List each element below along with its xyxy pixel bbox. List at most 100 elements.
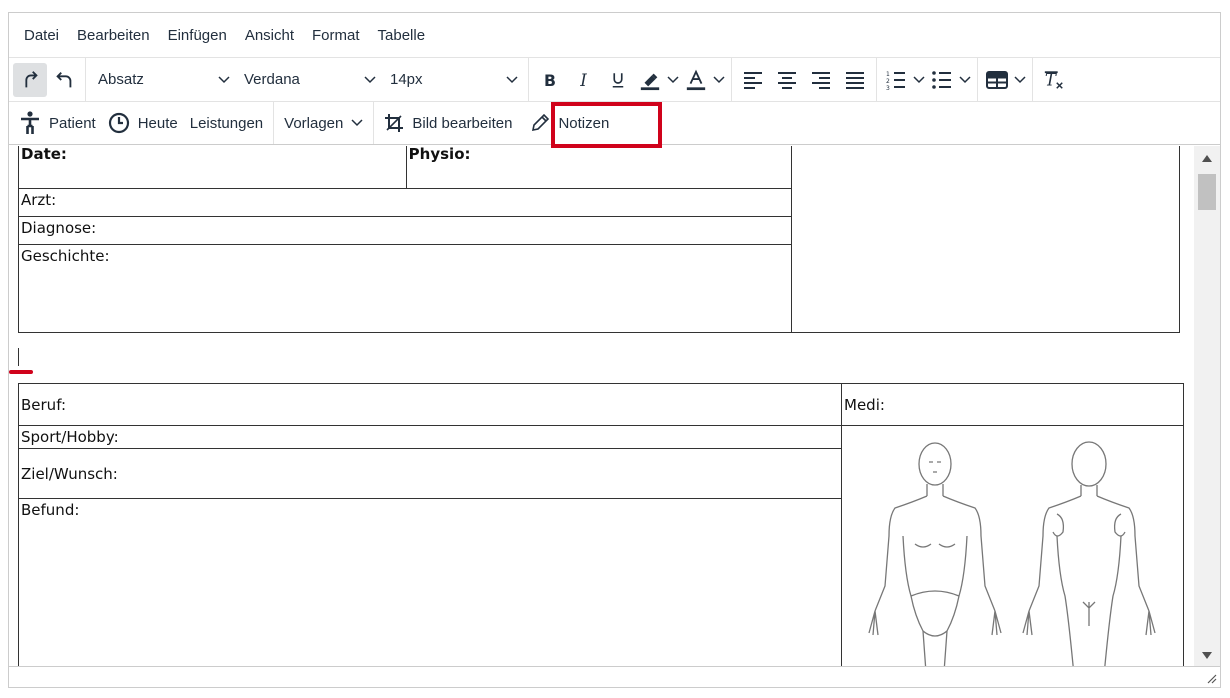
bullet-list-split[interactable] [927,63,973,97]
menu-ansicht[interactable]: Ansicht [236,23,303,48]
arzt-cell[interactable]: Arzt: [17,188,793,217]
befund-cell[interactable]: Befund: [17,498,843,667]
menu-tabelle[interactable]: Tabelle [369,23,435,48]
svg-text:1: 1 [886,71,890,78]
italic-button[interactable]: I [567,63,601,97]
document-area[interactable]: Date: Physio: Arzt: Diagnose: Geschichte… [9,146,1195,667]
bild-bearbeiten-button[interactable]: Bild bearbeiten [378,106,518,140]
align-center-button[interactable] [770,63,804,97]
clock-icon [108,112,129,134]
underline-button[interactable] [601,63,635,97]
undo-button[interactable] [47,63,81,97]
crop-icon [385,114,404,132]
text-color-icon [686,69,706,90]
vorlagen-dropdown[interactable]: Vorlagen [278,106,369,140]
scroll-up-arrow[interactable] [1194,148,1220,168]
triangle-up-icon [1202,154,1212,162]
history-group [9,58,86,101]
annotation-mark [9,370,33,374]
vorlagen-group: Vorlagen [274,102,375,144]
table-group [978,58,1033,101]
table-button[interactable] [982,63,1012,97]
chevron-down-icon[interactable] [913,75,925,84]
notizen-button[interactable]: Notizen [524,106,615,140]
clear-format-icon: T [1044,70,1063,89]
chevron-down-icon[interactable] [959,75,971,84]
text-color-split[interactable] [681,63,727,97]
text-color-button[interactable] [681,63,711,97]
patient-button[interactable]: Patient [13,106,102,140]
chevron-down-icon [218,75,230,83]
empty-side-cell[interactable] [791,146,1180,333]
align-right-button[interactable] [804,63,838,97]
scroll-down-arrow[interactable] [1194,645,1220,665]
patient-group: Patient Heute Leistungen [9,102,275,144]
vorlagen-label: Vorlagen [284,114,344,132]
svg-text:I: I [579,71,587,89]
bild-bearbeiten-label: Bild bearbeiten [412,114,513,132]
patient-info-table: Date: Physio: Arzt: Diagnose: Geschichte… [17,146,1180,333]
diagnose-cell[interactable]: Diagnose: [17,216,793,245]
bold-icon: B [544,71,556,89]
menu-bearbeiten[interactable]: Bearbeiten [68,23,159,48]
heute-label: Heute [137,114,178,132]
date-cell[interactable]: Date: [18,146,407,189]
align-left-button[interactable] [736,63,770,97]
block-format-value: Absatz [98,71,144,88]
physio-cell[interactable]: Physio: [405,146,793,189]
custom-toolbar: Patient Heute Leistungen Vorlagen Bild b… [9,101,1220,145]
table-split[interactable] [982,63,1028,97]
menu-format[interactable]: Format [303,23,369,48]
redo-button[interactable] [13,62,47,97]
italic-icon: I [579,71,587,89]
vertical-scrollbar[interactable] [1194,146,1220,667]
underline-icon [612,72,624,87]
justify-icon [846,71,864,89]
text-cursor [18,348,19,366]
font-size-select[interactable]: 14px [382,63,524,97]
redo-icon [25,70,38,87]
font-family-select[interactable]: Verdana [236,63,382,97]
font-family-value: Verdana [244,71,300,88]
patient-label: Patient [49,114,96,132]
menu-einfuegen[interactable]: Einfügen [159,23,236,48]
leistungen-label: Leistungen [189,114,264,132]
anamnesis-table: Beruf: Medi: Sport/Hobby: Ziel/Wunsch: B… [17,383,1184,667]
undo-icon [56,71,72,87]
leistungen-button[interactable]: Leistungen [184,106,269,140]
svg-text:B: B [544,71,556,89]
numbered-list-button[interactable]: 123 [881,63,911,97]
formatting-toolbar: Absatz Verdana 14px B I 1 2 3 T [9,57,1220,101]
image-notes-group: Bild bearbeiten Notizen [374,102,619,144]
align-left-icon [744,71,762,89]
font-size-value: 14px [390,71,423,88]
beruf-cell[interactable]: Beruf: [17,383,843,426]
chevron-down-icon [506,75,518,83]
resize-handle-icon[interactable] [1207,674,1217,684]
alignment-group [732,58,877,101]
chevron-down-icon[interactable] [667,75,679,84]
bullet-list-button[interactable] [927,63,957,97]
highlight-button[interactable] [635,63,665,97]
sport-cell[interactable]: Sport/Hobby: [17,425,843,449]
block-format-select[interactable]: Absatz [90,63,236,97]
medi-cell[interactable]: Medi: [841,383,1184,426]
justify-button[interactable] [838,63,872,97]
list-group: 123 [877,58,978,101]
geschichte-cell[interactable]: Geschichte: [17,244,793,333]
numbered-list-split[interactable]: 123 [881,63,927,97]
chevron-down-icon[interactable] [1014,75,1026,84]
ziel-cell[interactable]: Ziel/Wunsch: [17,448,843,499]
chevron-down-icon [351,119,363,127]
bold-button[interactable]: B [533,63,567,97]
menubar: Datei Bearbeiten Einfügen Ansicht Format… [9,13,1220,57]
heute-button[interactable]: Heute [102,106,184,140]
clear-format-button[interactable]: T [1037,63,1071,97]
align-right-icon [812,71,830,89]
chevron-down-icon[interactable] [713,75,725,84]
triangle-down-icon [1202,651,1212,659]
menu-datei[interactable]: Datei [15,23,68,48]
status-bar [9,666,1220,687]
scrollbar-thumb[interactable] [1198,174,1216,210]
highlight-color-split[interactable] [635,63,681,97]
